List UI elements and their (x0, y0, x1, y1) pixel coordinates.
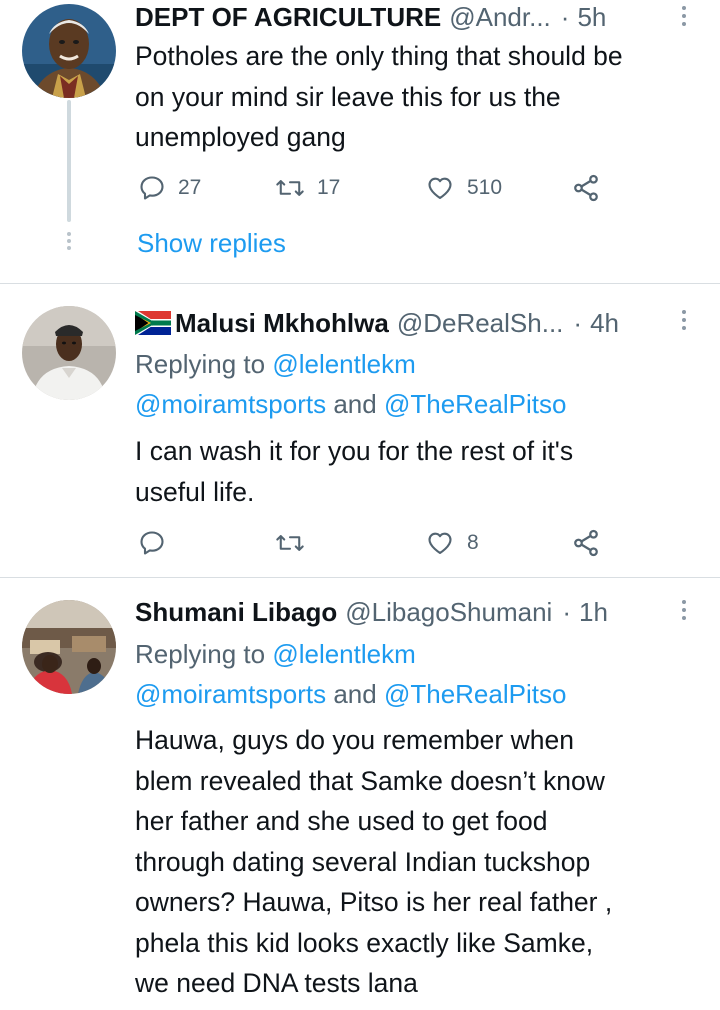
author-name[interactable]: Malusi Mkhohlwa (175, 306, 389, 340)
replying-to: Replying to @lelentlekm @moiramtsports a… (135, 344, 680, 424)
mention-link[interactable]: @TheRealPitso (384, 389, 566, 419)
retweet-icon (276, 180, 304, 196)
avatar[interactable] (22, 600, 116, 694)
replying-to: Replying to @lelentlekm @moiramtsports a… (135, 634, 680, 714)
text-line: through dating several Indian tuckshop (135, 846, 591, 877)
replying-prefix: Replying to (135, 349, 266, 379)
text-line: Hauwa, guys do you remember when (135, 725, 574, 755)
mention-link[interactable]: @moiramtsports (135, 389, 326, 419)
text-line: I can wash it for you for the rest of it… (135, 436, 574, 466)
text-line: Potholes are the only thing that should … (135, 41, 623, 71)
text-line: unemployed gang (135, 122, 346, 152)
text-line: owners? Hauwa, Pitso is her real father … (135, 887, 613, 917)
reply-icon (140, 176, 164, 200)
text-line: we need DNA tests lana (135, 968, 418, 998)
tweet-header: Malusi Mkhohlwa @DeRealSh... · 4h (135, 306, 680, 340)
text-line: phela this kid looks exactly like Samke, (135, 927, 594, 958)
separator: · (560, 2, 570, 32)
reply-button[interactable] (138, 526, 166, 560)
separator: · (573, 308, 583, 338)
reply-button[interactable]: 27 (138, 171, 201, 205)
author-name[interactable]: DEPT OF AGRICULTURE (135, 0, 441, 34)
share-button[interactable] (571, 171, 601, 205)
and-word: and (333, 679, 377, 709)
south-africa-flag-icon (135, 311, 171, 335)
avatar[interactable] (22, 4, 116, 98)
heart-icon (428, 177, 452, 199)
replying-prefix: Replying to (135, 639, 266, 669)
and-word: and (333, 389, 377, 419)
text-line: blem revealed that Samke doesn’t know (135, 765, 605, 796)
more-vertical-icon[interactable] (682, 6, 690, 30)
tweet-header: Shumani Libago @LibagoShumani · 1h (135, 595, 680, 629)
mention-link[interactable]: @lelentlekm (272, 349, 415, 379)
retweet-icon (276, 535, 304, 551)
tweet-1[interactable]: DEPT OF AGRICULTURE @Andr... · 5h Pothol… (0, 0, 720, 283)
action-bar: 27 17 510 (135, 171, 615, 205)
tweet-text: I can wash it for you for the rest of it… (135, 431, 700, 512)
author-handle[interactable]: @DeRealSh... (397, 306, 564, 340)
timestamp[interactable]: 4h (590, 306, 619, 340)
thread-dots (66, 232, 72, 253)
reply-count: 27 (178, 176, 202, 199)
retweet-count: 17 (317, 176, 341, 199)
show-replies-link[interactable]: Show replies (137, 226, 286, 260)
tweet-text: Hauwa, guys do you remember when blem re… (135, 720, 700, 1004)
avatar[interactable] (22, 306, 116, 400)
tweet-2[interactable]: Malusi Mkhohlwa @DeRealSh... · 4h Replyi… (0, 284, 720, 577)
tweet-text: Potholes are the only thing that should … (135, 36, 700, 158)
mention-link[interactable]: @TheRealPitso (384, 679, 566, 709)
heart-icon (428, 532, 452, 554)
like-count: 510 (467, 176, 503, 199)
separator: · (562, 597, 571, 627)
mention-link[interactable]: @lelentlekm (272, 639, 415, 669)
reply-icon (140, 531, 164, 555)
author-handle[interactable]: @LibagoShumani (345, 595, 552, 629)
more-vertical-icon[interactable] (682, 600, 690, 624)
tweet-3[interactable]: Shumani Libago @LibagoShumani · 1h Reply… (0, 578, 720, 1010)
timestamp[interactable]: 5h (577, 0, 606, 34)
share-button[interactable] (571, 526, 601, 560)
thread-line (67, 100, 71, 222)
more-vertical-icon[interactable] (682, 310, 690, 334)
author-name[interactable]: Shumani Libago (135, 595, 337, 629)
share-icon (574, 529, 598, 557)
text-line: useful life. (135, 476, 255, 507)
mention-link[interactable]: @moiramtsports (135, 679, 326, 709)
retweet-button[interactable]: 17 (275, 171, 340, 205)
share-icon (574, 174, 598, 202)
tweet-header: DEPT OF AGRICULTURE @Andr... · 5h (135, 0, 680, 34)
like-button[interactable]: 8 (425, 526, 479, 560)
retweet-button[interactable] (275, 526, 305, 560)
timestamp[interactable]: 1h (579, 595, 608, 629)
text-line: her father and she used to get food (135, 806, 548, 836)
like-button[interactable]: 510 (425, 171, 502, 205)
author-handle[interactable]: @Andr... (449, 0, 551, 34)
action-bar: 8 (135, 526, 615, 560)
like-count: 8 (467, 531, 479, 554)
text-line: on your mind sir leave this for us the (135, 81, 561, 112)
